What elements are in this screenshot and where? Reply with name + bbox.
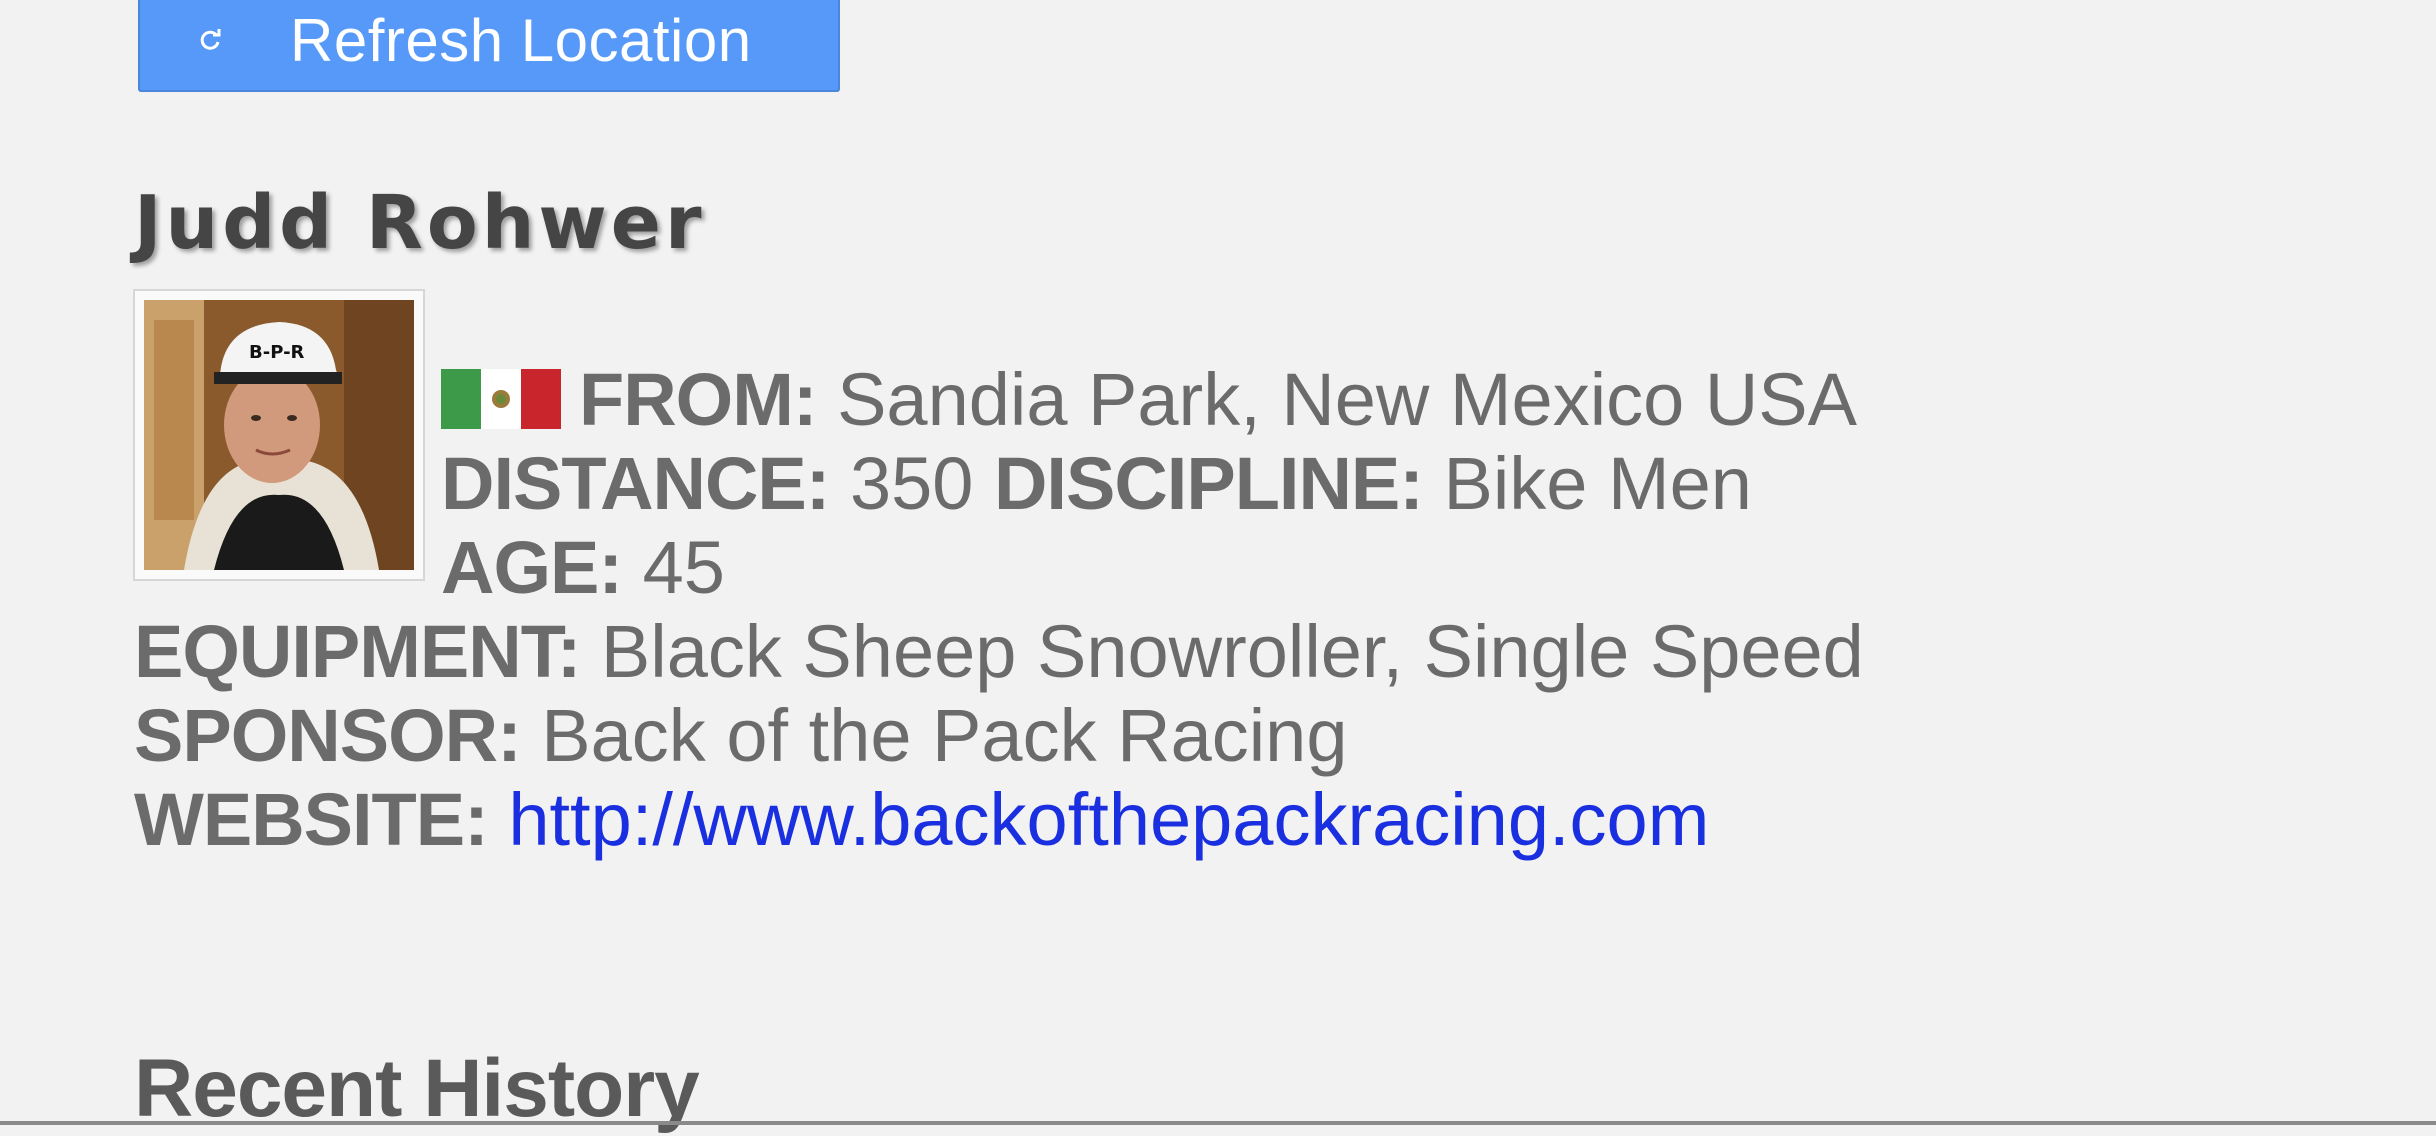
distance-value: 350 [849,442,974,525]
website-link[interactable]: http://www.backofthepackracing.com [508,778,1709,861]
sponsor-label: SPONSOR: [134,694,522,777]
age-value: 45 [642,526,725,609]
sponsor-value: Back of the Pack Racing [541,694,1348,777]
discipline-value: Bike Men [1443,442,1752,525]
refresh-location-button[interactable]: Refresh Location [138,0,840,92]
from-value: Sandia Park, New Mexico USA [837,358,1858,441]
from-row: FROM: Sandia Park, New Mexico USA [441,358,1857,442]
distance-row: DISTANCE: 350 DISCIPLINE: Bike Men [441,442,1752,526]
age-row: AGE: 45 [441,526,725,610]
website-row: WEBSITE: http://www.backofthepackracing.… [134,778,1709,862]
refresh-location-label: Refresh Location [290,6,752,74]
mexico-flag-icon [441,369,561,429]
equipment-label: EQUIPMENT: [134,610,581,693]
racer-name: Judd Rohwer [134,180,706,266]
equipment-value: Black Sheep Snowroller, Single Speed [600,610,1864,693]
distance-label: DISTANCE: [441,442,830,525]
svg-text:B-P-R: B-P-R [249,342,305,363]
sponsor-row: SPONSOR: Back of the Pack Racing [134,694,1347,778]
discipline-label: DISCIPLINE: [993,442,1424,525]
age-label: AGE: [441,526,623,609]
refresh-icon [180,27,240,53]
from-label: FROM: [579,358,817,441]
racer-photo: B-P-R [133,289,425,581]
equipment-row: EQUIPMENT: Black Sheep Snowroller, Singl… [134,610,1864,694]
website-label: WEBSITE: [134,778,489,861]
bottom-divider [0,1121,2436,1125]
